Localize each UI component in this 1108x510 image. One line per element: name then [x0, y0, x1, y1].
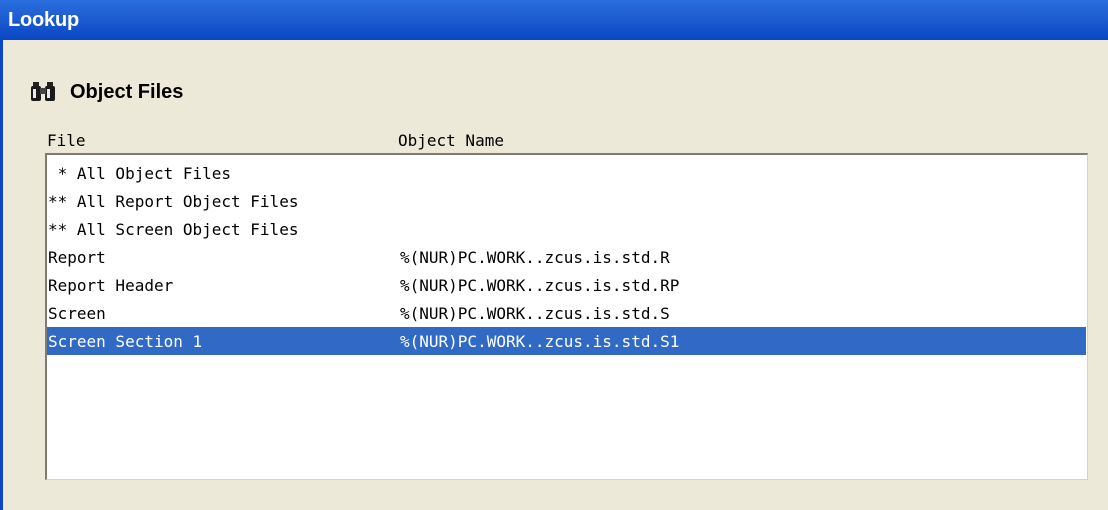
object-name-cell: %(NUR)PC.WORK..zcus.is.std.RP [400, 276, 680, 295]
file-cell: ** All Report Object Files [48, 192, 299, 211]
title-bar[interactable]: Lookup [0, 0, 1108, 40]
list-item[interactable]: Report Header %(NUR)PC.WORK..zcus.is.std… [47, 271, 1086, 299]
list-item[interactable]: ** All Screen Object Files [47, 215, 1086, 243]
section-heading: Object Files [30, 77, 183, 107]
list-item[interactable]: Report %(NUR)PC.WORK..zcus.is.std.R [47, 243, 1086, 271]
file-cell: Report [48, 248, 106, 267]
object-files-list[interactable]: * All Object Files ** All Report Object … [45, 153, 1088, 480]
file-cell: * All Object Files [48, 164, 232, 183]
binoculars-icon [31, 82, 55, 101]
object-name-cell: %(NUR)PC.WORK..zcus.is.std.R [400, 248, 670, 267]
file-cell: Screen Section 1 [48, 332, 203, 351]
file-cell: ** All Screen Object Files [48, 220, 299, 239]
window-border [0, 40, 3, 510]
window-title: Lookup [8, 8, 80, 31]
file-cell: Screen [48, 304, 106, 323]
list-item[interactable]: * All Object Files [47, 159, 1086, 187]
object-name-cell: %(NUR)PC.WORK..zcus.is.std.S [400, 304, 670, 323]
list-item[interactable]: ** All Report Object Files [47, 187, 1086, 215]
page-title: Object Files [70, 80, 184, 103]
list-item-selected[interactable]: Screen Section 1 %(NUR)PC.WORK..zcus.is.… [47, 327, 1086, 355]
column-header-object-name[interactable]: Object Name [398, 131, 504, 150]
file-cell: Report Header [48, 276, 174, 295]
list-item[interactable]: Screen %(NUR)PC.WORK..zcus.is.std.S [47, 299, 1086, 327]
column-header-file[interactable]: File [47, 131, 86, 150]
object-name-cell: %(NUR)PC.WORK..zcus.is.std.S1 [400, 332, 680, 351]
